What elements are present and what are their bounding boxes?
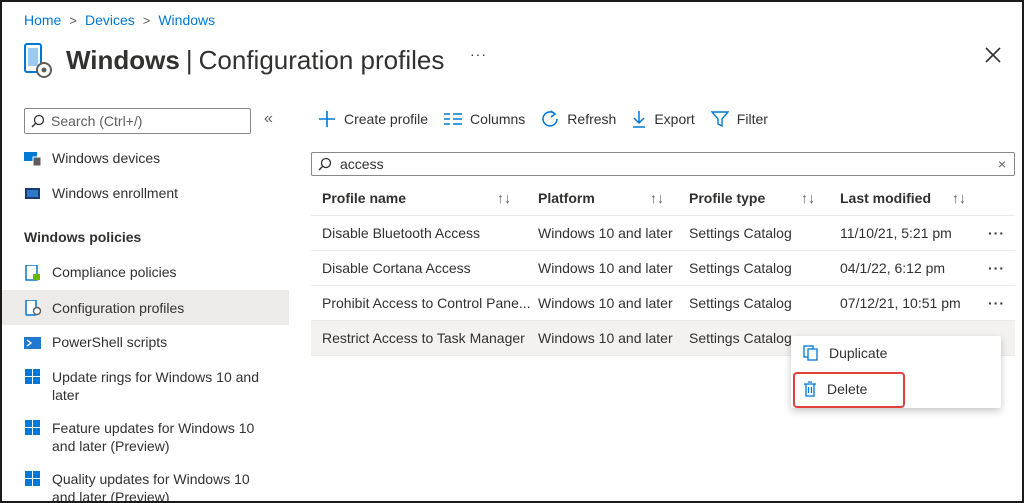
table-row[interactable]: Disable Cortana Access Windows 10 and la… [311,251,1015,286]
breadcrumb-devices[interactable]: Devices [85,12,135,28]
chevron-right-icon: > [142,12,151,28]
configuration-profiles-icon [24,298,42,316]
platform-cell: Windows 10 and later [538,295,673,311]
row-more-button[interactable]: ··· [988,251,1005,285]
sidebar-item-windows-devices[interactable]: Windows devices [2,150,289,170]
sidebar-item-update-rings[interactable]: Update rings for Windows 10 and later [2,368,289,408]
table-row[interactable]: Prohibit Access to Control Pane... Windo… [311,286,1015,321]
more-options-button[interactable]: ··· [470,46,487,62]
columns-button[interactable]: Columns [444,111,525,127]
delete-highlight-outline [793,372,905,408]
powershell-icon [24,335,42,351]
refresh-button[interactable]: Refresh [541,110,616,128]
sidebar-item-configuration-profiles[interactable]: Configuration profiles [2,290,289,325]
sidebar-item-compliance-policies[interactable]: Compliance policies [2,264,289,284]
sidebar-item-windows-enrollment[interactable]: Windows enrollment [2,185,289,205]
breadcrumb-home[interactable]: Home [24,12,61,28]
section-title-windows-policies: Windows policies [24,229,142,245]
last-modified-cell: 11/10/21, 5:21 pm [840,225,952,241]
duplicate-menu-item[interactable]: Duplicate [791,336,1001,370]
breadcrumb: Home > Devices > Windows [24,12,215,28]
sort-icon[interactable]: ↑↓ [952,180,966,215]
sidebar-item-quality-updates[interactable]: Quality updates for Windows 10 and later… [2,470,289,501]
device-settings-icon [22,40,54,80]
duplicate-icon [803,345,818,361]
sort-icon[interactable]: ↑↓ [497,180,511,215]
create-profile-button[interactable]: Create profile [318,110,428,128]
sidebar-item-powershell-scripts[interactable]: PowerShell scripts [2,334,289,354]
close-button[interactable] [982,44,1004,66]
platform-cell: Windows 10 and later [538,225,673,241]
app-frame: Home > Devices > Windows Windows | Configu… [0,0,1024,503]
search-icon [318,157,332,171]
profile-type-cell: Settings Catalog [689,295,792,311]
windows-devices-icon [24,151,42,167]
platform-cell: Windows 10 and later [538,330,673,346]
filter-search-input[interactable]: access × [311,152,1015,176]
profile-name-cell[interactable]: Disable Bluetooth Access [322,216,530,250]
table-header: Profile name ↑↓ Platform ↑↓ Profile type… [311,180,1015,216]
filter-icon [710,111,729,128]
sidebar: Search (Ctrl+/) « Windows devices Window… [2,98,289,501]
page-header: Windows | Configuration profiles [22,40,444,80]
sidebar-search-input[interactable]: Search (Ctrl+/) [24,108,251,134]
refresh-icon [542,110,559,127]
windows-logo-icon [24,420,42,436]
profile-name-cell[interactable]: Prohibit Access to Control Pane... [322,286,530,320]
compliance-icon [24,264,42,281]
windows-enrollment-icon [24,186,42,202]
search-icon [31,114,45,128]
page-title: Windows | Configuration profiles [66,44,445,75]
sort-icon[interactable]: ↑↓ [650,180,664,215]
export-button[interactable]: Export [632,110,695,128]
columns-icon [444,113,463,125]
sidebar-item-feature-updates[interactable]: Feature updates for Windows 10 and later… [2,419,289,459]
command-bar: Create profile Columns Refresh Export Fi… [318,110,784,128]
breadcrumb-windows[interactable]: Windows [158,12,215,28]
close-icon [985,47,1001,63]
profile-name-cell[interactable]: Restrict Access to Task Manager [322,321,530,355]
download-icon [633,111,646,128]
profile-type-cell: Settings Catalog [689,260,792,276]
clear-icon[interactable]: × [998,156,1006,172]
table-row[interactable]: Disable Bluetooth Access Windows 10 and … [311,216,1015,251]
windows-logo-icon [24,471,42,487]
sort-icon[interactable]: ↑↓ [801,180,815,215]
filter-button[interactable]: Filter [710,110,768,128]
last-modified-cell: 07/12/21, 10:51 pm [840,295,961,311]
row-more-button[interactable]: ··· [988,216,1005,250]
plus-icon [319,111,335,127]
platform-cell: Windows 10 and later [538,260,673,276]
profile-name-cell[interactable]: Disable Cortana Access [322,251,530,285]
windows-logo-icon [24,369,42,385]
profiles-table: Profile name ↑↓ Platform ↑↓ Profile type… [311,180,1015,356]
row-more-button[interactable]: ··· [988,286,1005,320]
profile-type-cell: Settings Catalog [689,225,792,241]
last-modified-cell: 04/1/22, 6:12 pm [840,260,946,276]
chevron-right-icon: > [69,12,77,28]
collapse-sidebar-button[interactable]: « [264,110,273,128]
